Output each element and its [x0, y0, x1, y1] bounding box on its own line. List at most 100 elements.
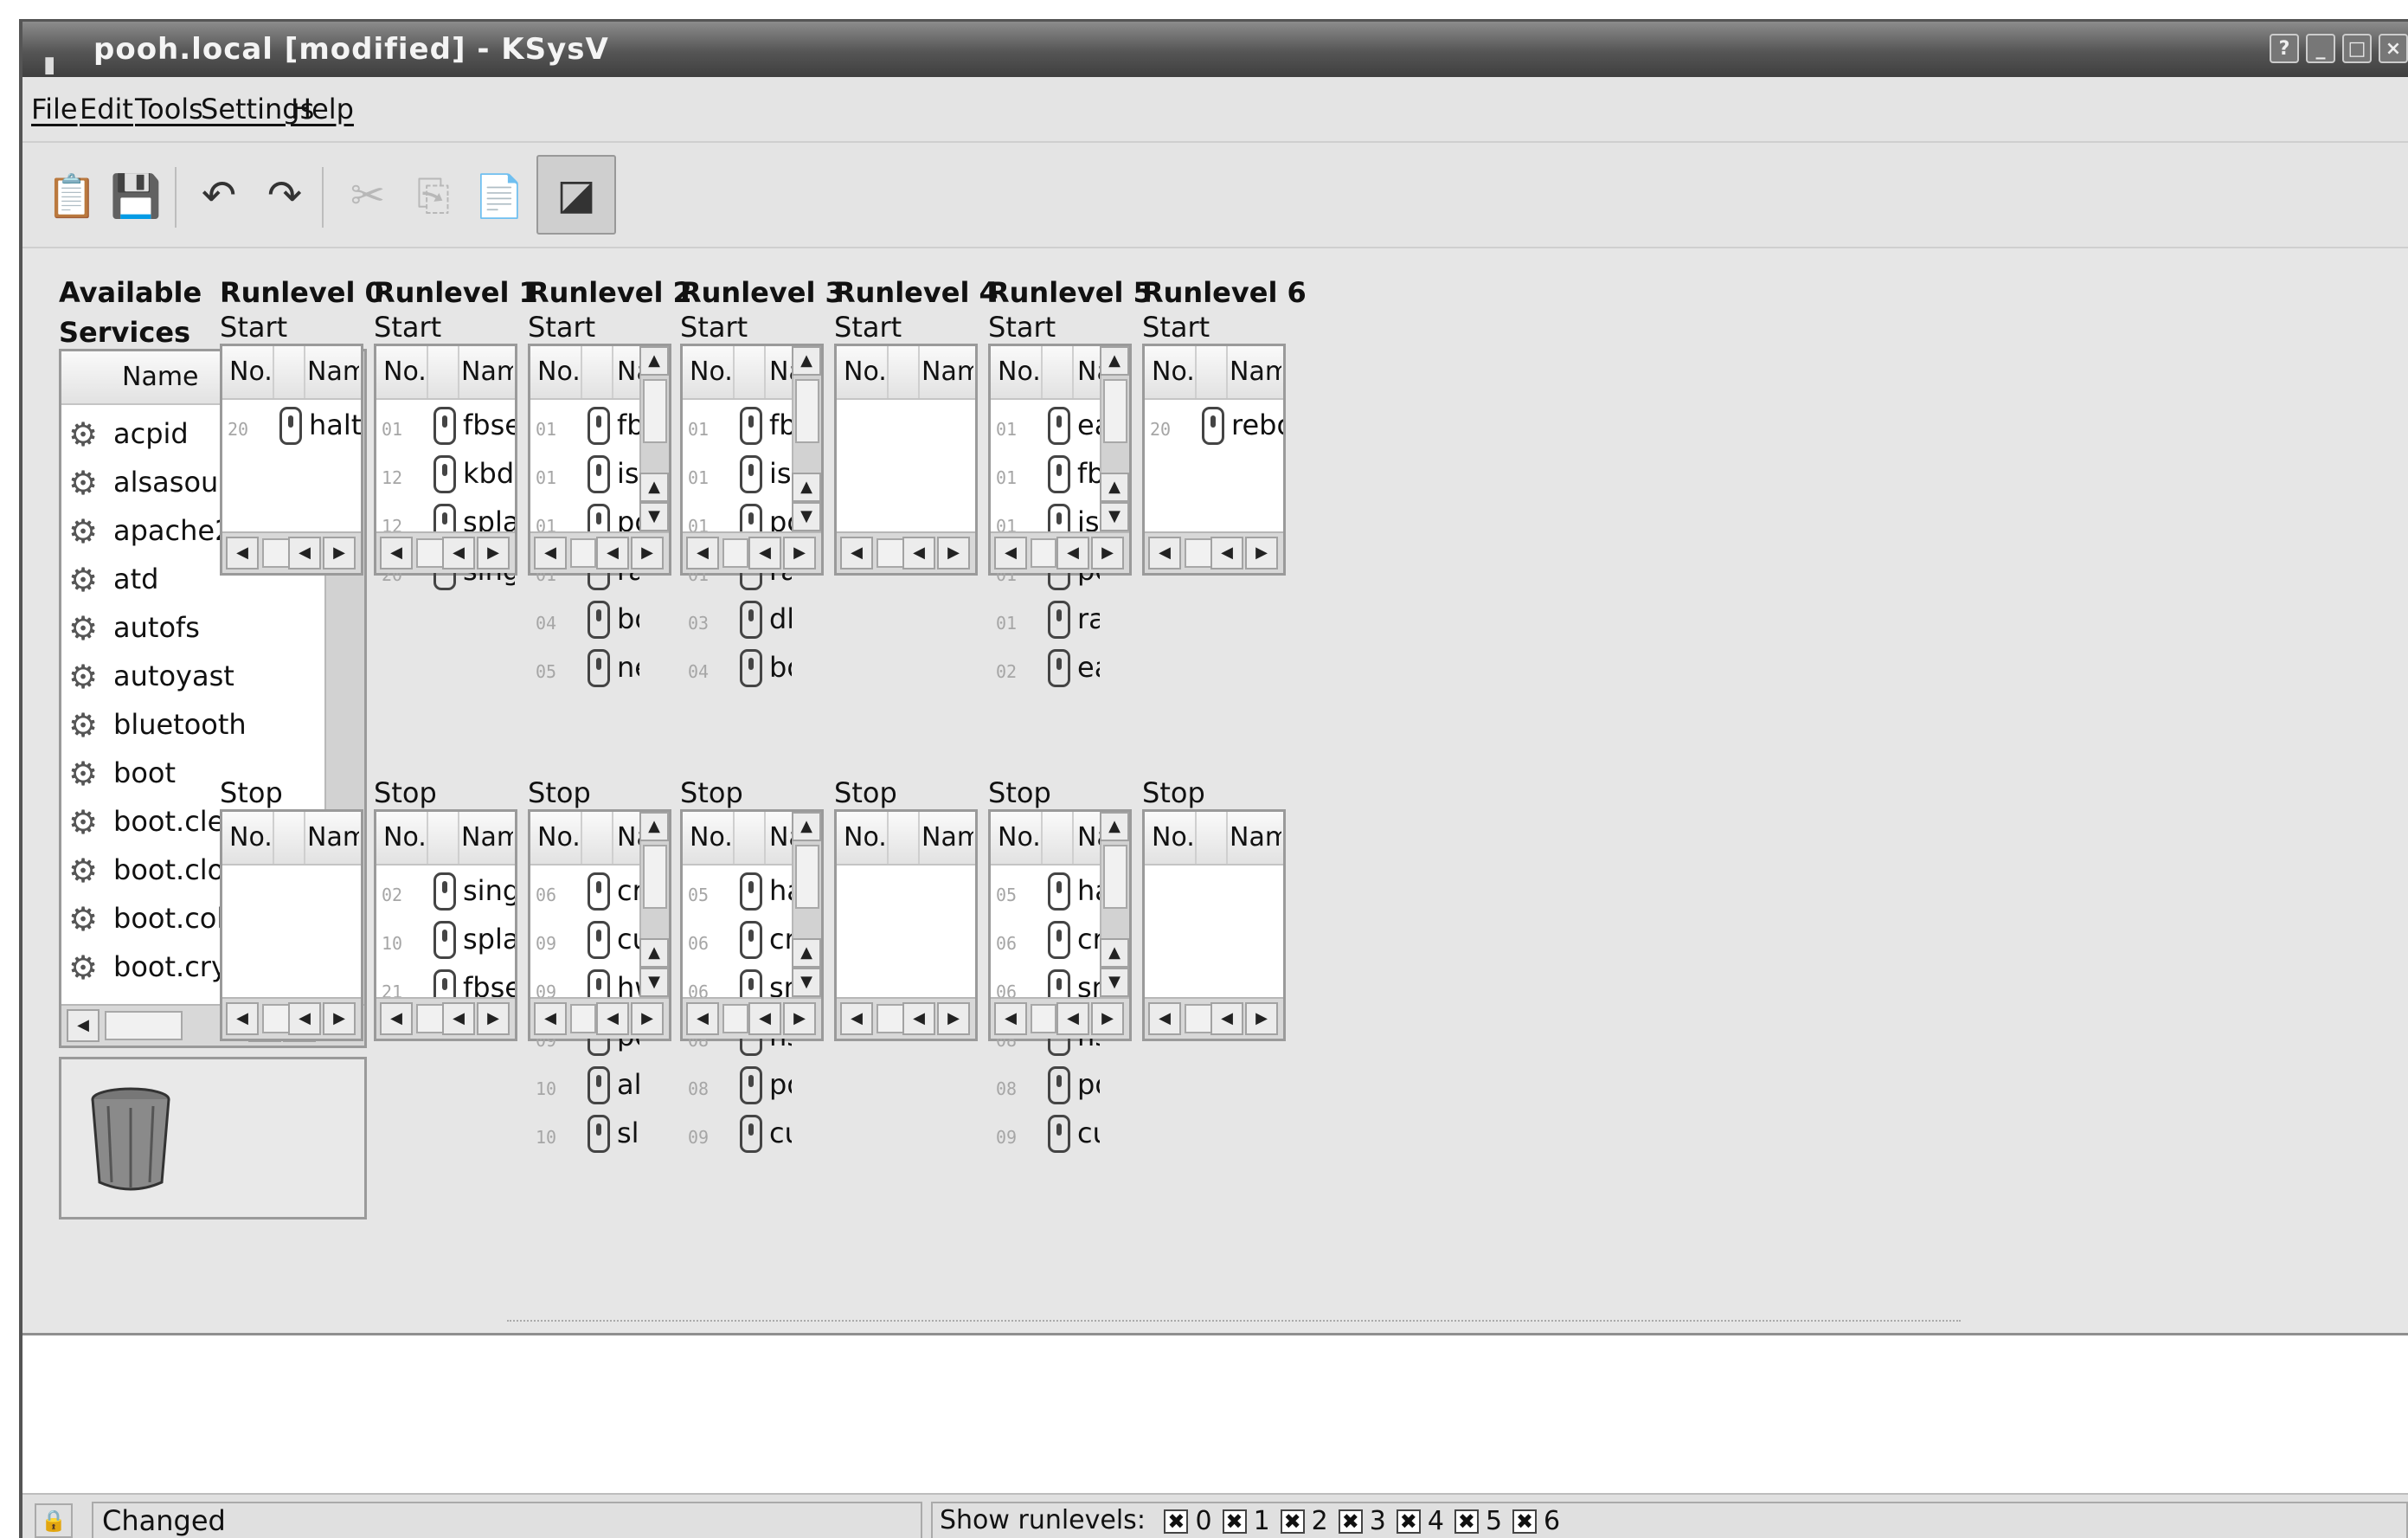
scroll-left-icon[interactable]: ◀ — [994, 537, 1027, 570]
scroll-left-icon[interactable]: ◀ — [1056, 537, 1089, 570]
list-header[interactable]: No.Name — [376, 346, 515, 400]
horizontal-scrollbar[interactable]: ◀ ◀ ▶ — [222, 997, 361, 1039]
vertical-scrollbar[interactable]: ▲ ▲ ▼ — [1100, 812, 1129, 997]
redo-icon[interactable]: ↷ — [253, 164, 317, 228]
scroll-left-icon[interactable]: ◀ — [288, 1002, 321, 1035]
runlevel-toggle-checkbox[interactable]: ✖ — [1454, 1509, 1479, 1534]
table-row[interactable]: 10 slm — [530, 1111, 639, 1160]
scroll-thumb[interactable] — [795, 379, 819, 443]
scroll-up-icon[interactable]: ▲ — [1100, 938, 1129, 968]
scroll-right-icon[interactable]: ▶ — [937, 537, 970, 570]
scroll-left-icon[interactable]: ◀ — [380, 1002, 413, 1035]
list-header[interactable]: No.Name — [376, 812, 515, 866]
table-row[interactable]: 04 boot — [683, 646, 792, 694]
scroll-left-icon[interactable]: ◀ — [1210, 1002, 1243, 1035]
cut-icon[interactable]: ✂ — [336, 164, 400, 228]
lock-icon[interactable]: 🔒 — [35, 1503, 73, 1538]
service-item[interactable]: ⚙ autoyast — [61, 654, 325, 703]
table-row[interactable]: 05 hal — [683, 869, 792, 917]
list-header[interactable]: No.Name — [530, 346, 643, 400]
list-header[interactable]: No.Name — [1145, 346, 1283, 400]
scroll-up-icon[interactable]: ▲ — [792, 938, 821, 968]
runlevel-toggle-checkbox[interactable]: ✖ — [1164, 1509, 1189, 1534]
scroll-left-icon[interactable]: ◀ — [67, 1009, 100, 1042]
runlevel-2-start-list[interactable]: No.Name01fbse01isdn01pcm01ranc04boot05ne… — [528, 344, 671, 687]
scroll-left-icon[interactable]: ◀ — [1148, 1002, 1181, 1035]
scroll-thumb[interactable] — [1031, 538, 1056, 568]
table-row[interactable]: 01 isdn — [530, 452, 639, 500]
runlevel-5-start-list[interactable]: No.Name01earl01fbse01isdn01pcm01ranc02ea… — [988, 344, 1132, 687]
scroll-up-icon[interactable]: ▲ — [639, 346, 669, 376]
vertical-scrollbar[interactable]: ▲ ▲ ▼ — [639, 812, 669, 997]
table-row[interactable]: 03 dbus — [683, 597, 792, 646]
runlevel-2-stop-list[interactable]: No.Name06cron09cups09hws09pow10alsa10slm… — [528, 809, 671, 1153]
table-row[interactable]: 09 cups — [683, 1111, 792, 1160]
runlevel-toggle-checkbox[interactable]: ✖ — [1280, 1509, 1305, 1534]
scroll-left-icon[interactable]: ◀ — [534, 537, 567, 570]
scroll-down-icon[interactable]: ▼ — [792, 502, 821, 531]
scroll-left-icon[interactable]: ◀ — [380, 537, 413, 570]
vertical-scrollbar[interactable]: ▲ ▲ ▼ — [792, 346, 821, 531]
horizontal-scrollbar[interactable]: ◀ ◀ ▶ — [376, 997, 515, 1039]
scroll-left-icon[interactable]: ◀ — [1148, 537, 1181, 570]
service-item[interactable]: ⚙ bluetooth — [61, 703, 325, 751]
runlevel-3-start-list[interactable]: No.Name01fbse01isdn01pcm01ranc03dbus04bo… — [680, 344, 824, 687]
scroll-left-icon[interactable]: ◀ — [442, 537, 475, 570]
runlevel-4-start-list[interactable]: No.Name◀◀▶ — [834, 344, 978, 576]
runlevel-toggle-checkbox[interactable]: ✖ — [1512, 1509, 1538, 1534]
menu-file[interactable]: File — [31, 93, 78, 125]
scroll-right-icon[interactable]: ▶ — [631, 1002, 664, 1035]
scroll-up-icon[interactable]: ▲ — [1100, 812, 1129, 841]
horizontal-scrollbar[interactable]: ◀ ◀ ▶ — [376, 531, 515, 573]
list-header[interactable]: No.Name — [222, 812, 361, 866]
scroll-up-icon[interactable]: ▲ — [792, 346, 821, 376]
horizontal-scrollbar[interactable]: ◀ ◀ ▶ — [1145, 531, 1283, 573]
table-row[interactable]: 08 post — [991, 1063, 1100, 1111]
scroll-up-icon[interactable]: ▲ — [792, 812, 821, 841]
scroll-left-icon[interactable]: ◀ — [748, 537, 781, 570]
list-header[interactable]: No.Name — [683, 812, 795, 866]
scroll-down-icon[interactable]: ▼ — [639, 968, 669, 997]
runlevel-6-start-list[interactable]: No.Name20reboot◀◀▶ — [1142, 344, 1286, 576]
table-row[interactable]: 10 splash — [376, 917, 515, 966]
scroll-left-icon[interactable]: ◀ — [1210, 537, 1243, 570]
runlevel-1-stop-list[interactable]: No.Name02single10splash21fbset◀◀▶ — [374, 809, 517, 1041]
table-row[interactable]: 20 reboot — [1145, 403, 1283, 452]
table-row[interactable]: 06 cron — [683, 917, 792, 966]
list-header[interactable]: No.Name — [991, 812, 1103, 866]
scroll-right-icon[interactable]: ▶ — [783, 537, 816, 570]
table-row[interactable]: 01 fbse — [530, 403, 639, 452]
scroll-left-icon[interactable]: ◀ — [596, 537, 629, 570]
scroll-left-icon[interactable]: ◀ — [686, 537, 719, 570]
horizontal-scrollbar[interactable]: ◀ ◀ ▶ — [991, 531, 1129, 573]
table-row[interactable]: 02 single — [376, 869, 515, 917]
scroll-thumb[interactable] — [1103, 845, 1127, 909]
scroll-left-icon[interactable]: ◀ — [442, 1002, 475, 1035]
runlevel-6-stop-list[interactable]: No.Name◀◀▶ — [1142, 809, 1286, 1041]
table-row[interactable]: 01 isdn — [683, 452, 792, 500]
horizontal-scrollbar[interactable]: ◀ ◀ ▶ — [683, 531, 821, 573]
scroll-left-icon[interactable]: ◀ — [226, 537, 259, 570]
scroll-thumb[interactable] — [570, 1004, 596, 1033]
runlevel-4-stop-list[interactable]: No.Name◀◀▶ — [834, 809, 978, 1041]
clipboard-load-icon[interactable]: 📋 — [40, 164, 104, 228]
table-row[interactable]: 01 fbse — [683, 403, 792, 452]
table-row[interactable]: 09 cups — [991, 1111, 1100, 1160]
scroll-down-icon[interactable]: ▼ — [1100, 502, 1129, 531]
table-row[interactable]: 01 fbse — [991, 452, 1100, 500]
horizontal-scrollbar[interactable]: ◀ ◀ ▶ — [530, 997, 669, 1039]
scroll-right-icon[interactable]: ▶ — [323, 537, 356, 570]
scroll-up-icon[interactable]: ▲ — [639, 938, 669, 968]
menu-help[interactable]: Help — [291, 93, 354, 125]
properties-icon[interactable]: ◪ — [536, 155, 616, 235]
list-header[interactable]: No.Name — [837, 812, 975, 866]
scroll-right-icon[interactable]: ▶ — [1245, 1002, 1278, 1035]
runlevel-0-start-list[interactable]: No.Name20halt◀◀▶ — [220, 344, 363, 576]
scroll-up-icon[interactable]: ▲ — [792, 473, 821, 502]
vertical-scrollbar[interactable]: ▲ ▲ ▼ — [1100, 346, 1129, 531]
list-header[interactable]: No.Name — [530, 812, 643, 866]
trash-panel[interactable] — [59, 1057, 367, 1219]
scroll-up-icon[interactable]: ▲ — [639, 812, 669, 841]
table-row[interactable]: 02 earl — [991, 646, 1100, 694]
help-window-button[interactable]: ? — [2270, 34, 2299, 63]
